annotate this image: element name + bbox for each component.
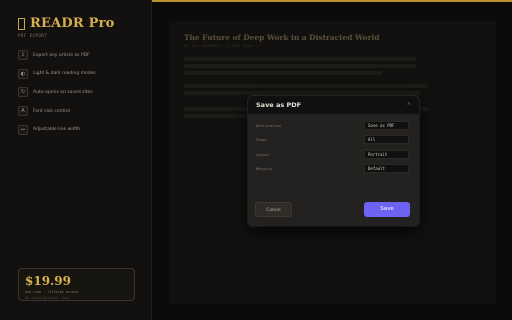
layout-row: Layout Portrait: [248, 150, 419, 159]
pages-row: Pages All: [248, 135, 419, 144]
pages-select[interactable]: All: [364, 135, 409, 144]
margins-label: Margins: [256, 166, 273, 171]
destination-label: Destination: [256, 123, 282, 128]
brand: READR Pro: [18, 16, 115, 31]
pages-label: Pages: [256, 137, 268, 142]
destination-select[interactable]: Save as PDF: [364, 121, 409, 130]
download-icon: ⇩: [18, 50, 28, 60]
feature-label: Font size control: [33, 108, 70, 114]
price: $19.99: [25, 274, 71, 288]
cancel-button[interactable]: Cancel: [255, 202, 292, 217]
book-icon: [18, 17, 25, 30]
contrast-icon: ◐: [18, 68, 28, 79]
layout-select[interactable]: Portrait: [364, 150, 409, 159]
feature-item: A Font size control: [18, 106, 96, 117]
brand-title: READR Pro: [30, 16, 115, 31]
feature-label: Adjustable line width: [33, 127, 81, 133]
line-width-icon: ↔: [18, 124, 28, 135]
price-description: One-time · lifetime access: [25, 290, 79, 294]
feature-item: ↻ Auto-opens on saved sites: [18, 87, 96, 98]
close-icon[interactable]: ×: [407, 101, 411, 107]
feature-item: ⇩ Export any article as PDF: [18, 50, 96, 60]
dialog-title: Save as PDF: [256, 101, 302, 109]
destination-row: Destination Save as PDF: [248, 121, 419, 130]
margins-row: Margins Default: [248, 164, 419, 173]
feature-label: Light & dark reading modes: [33, 71, 96, 77]
pricing-card[interactable]: $19.99 One-time · lifetime access No sub…: [18, 268, 135, 301]
save-pdf-dialog: Save as PDF × Destination Save as PDF Pa…: [248, 96, 419, 226]
price-note: No subscriptions. Ever.: [25, 296, 72, 300]
dialog-header: Save as PDF ×: [248, 96, 419, 114]
save-button[interactable]: Save: [364, 202, 410, 217]
font-size-icon: A: [18, 106, 28, 117]
margins-select[interactable]: Default: [364, 164, 409, 173]
feature-label: Export any article as PDF: [33, 52, 90, 58]
feature-list: ⇩ Export any article as PDF ◐ Light & da…: [18, 50, 96, 143]
sidebar: READR Pro PDF EXPORT ⇩ Export any articl…: [0, 0, 152, 320]
layout-label: Layout: [256, 152, 270, 157]
brand-subtitle: PDF EXPORT: [18, 33, 48, 38]
feature-item: ◐ Light & dark reading modes: [18, 68, 96, 79]
refresh-icon: ↻: [18, 87, 28, 98]
feature-item: ↔ Adjustable line width: [18, 124, 96, 135]
feature-label: Auto-opens on saved sites: [33, 89, 93, 95]
